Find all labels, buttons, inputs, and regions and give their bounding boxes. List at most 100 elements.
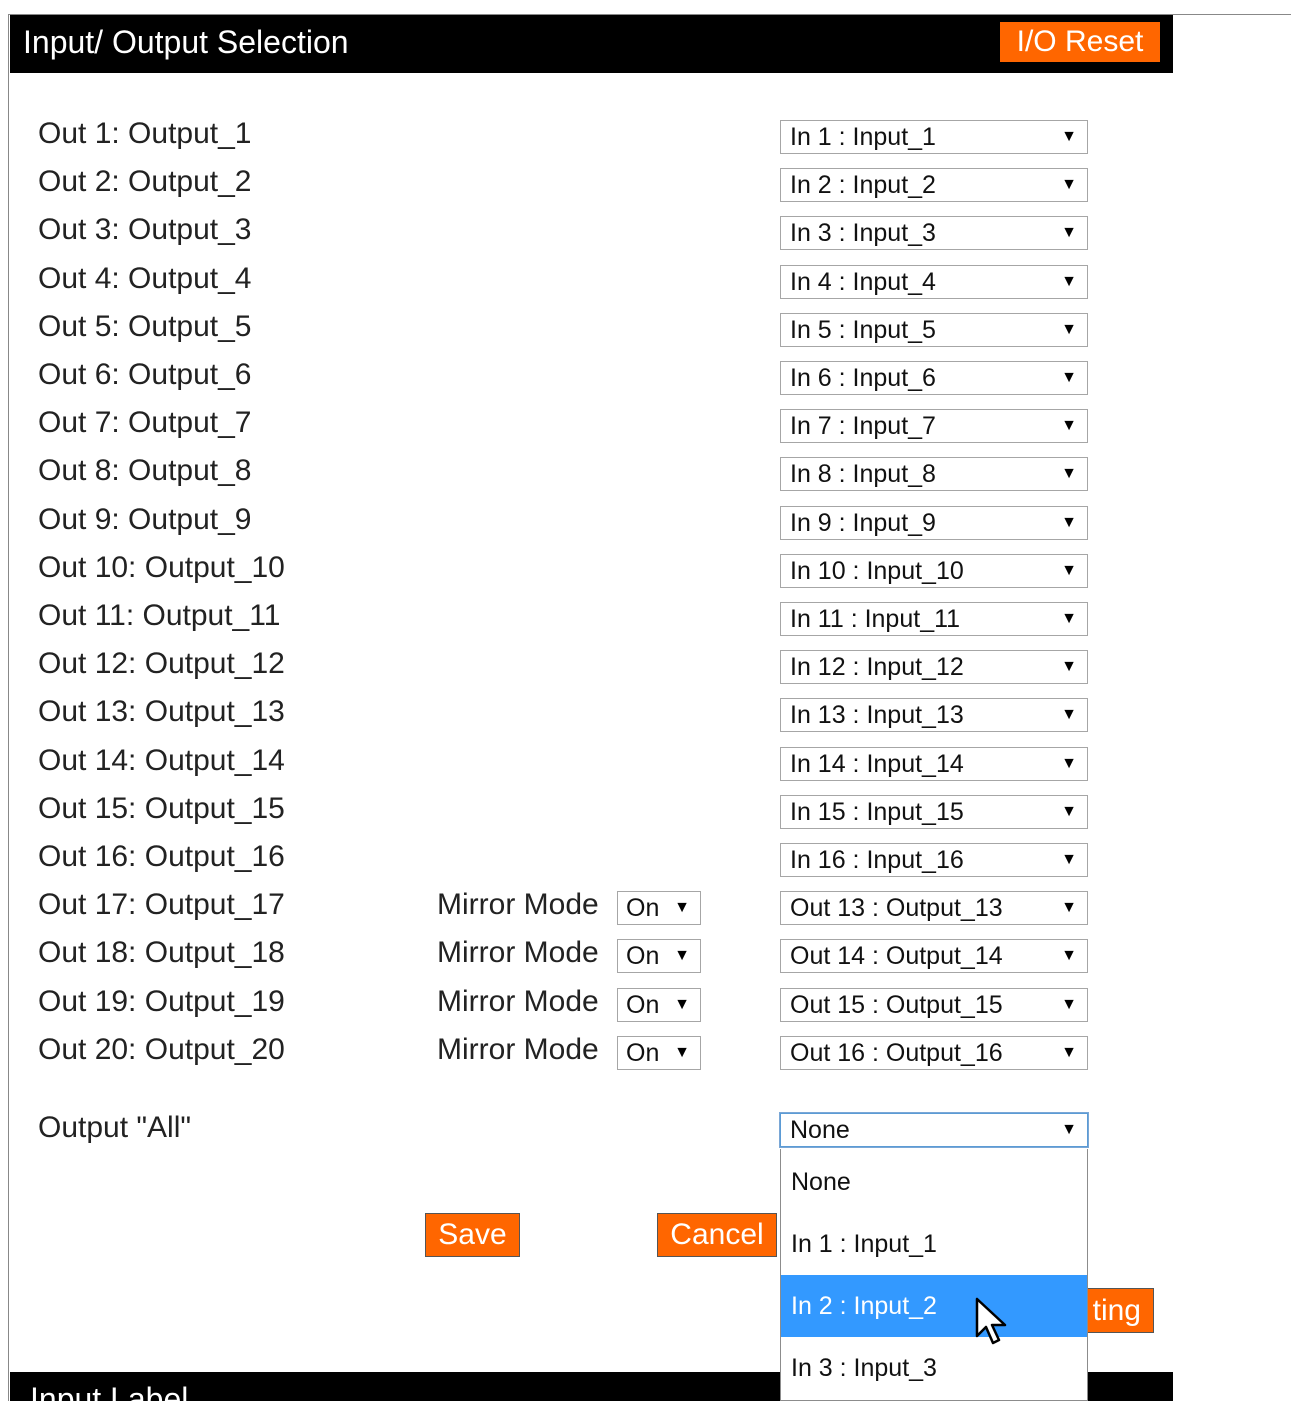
mirror-mode-select[interactable]: On ▼: [617, 988, 701, 1022]
output-source-select[interactable]: In 1 : Input_1 ▼: [780, 120, 1088, 154]
output-source-value: In 6 : Input_6: [790, 364, 936, 392]
output-label: Out 6: Output_6: [38, 358, 252, 391]
output-source-value: In 8 : Input_8: [790, 460, 936, 488]
panel-header: Input/ Output Selection: [10, 15, 1173, 73]
output-label: Out 2: Output_2: [38, 165, 252, 198]
output-source-select[interactable]: In 10 : Input_10 ▼: [780, 554, 1088, 588]
panel-title: Input/ Output Selection: [23, 24, 349, 60]
output-label: Out 5: Output_5: [38, 310, 252, 343]
output-source-select[interactable]: Out 15 : Output_15 ▼: [780, 988, 1088, 1022]
output-label: Out 13: Output_13: [38, 695, 285, 728]
output-source-select[interactable]: In 14 : Input_14 ▼: [780, 747, 1088, 781]
output-source-value: In 15 : Input_15: [790, 798, 964, 826]
mirror-mode-value: On: [626, 942, 660, 970]
section-title: Input Label: [30, 1381, 189, 1401]
output-source-select[interactable]: Out 16 : Output_16 ▼: [780, 1036, 1088, 1070]
dropdown-option[interactable]: None: [781, 1151, 1087, 1213]
chevron-down-icon: ▼: [1061, 562, 1077, 579]
output-source-value: Out 16 : Output_16: [790, 1039, 1003, 1067]
chevron-down-icon: ▼: [1061, 1121, 1077, 1138]
output-source-value: In 4 : Input_4: [790, 268, 936, 296]
output-label: Out 15: Output_15: [38, 792, 285, 825]
chevron-down-icon: ▼: [1061, 224, 1077, 241]
io-reset-button[interactable]: I/O Reset: [1000, 22, 1160, 62]
output-source-select[interactable]: In 2 : Input_2 ▼: [780, 168, 1088, 202]
chevron-down-icon: ▼: [1061, 417, 1077, 434]
output-source-value: In 5 : Input_5: [790, 316, 936, 344]
output-source-select[interactable]: Out 13 : Output_13 ▼: [780, 891, 1088, 925]
cancel-button[interactable]: Cancel: [657, 1213, 777, 1257]
left-border: [8, 14, 9, 1401]
output-source-value: In 11 : Input_11: [790, 605, 961, 633]
save-button[interactable]: Save: [425, 1213, 520, 1257]
output-source-value: In 16 : Input_16: [790, 846, 964, 874]
chevron-down-icon: ▼: [674, 947, 690, 964]
output-source-select[interactable]: In 7 : Input_7 ▼: [780, 409, 1088, 443]
chevron-down-icon: ▼: [1061, 514, 1077, 531]
mirror-mode-label: Mirror Mode: [437, 1033, 599, 1066]
output-label: Out 11: Output_11: [38, 599, 281, 632]
chevron-down-icon: ▼: [674, 899, 690, 916]
mirror-mode-select[interactable]: On ▼: [617, 1036, 701, 1070]
output-label: Out 20: Output_20: [38, 1033, 285, 1066]
output-label: Out 17: Output_17: [38, 888, 285, 921]
output-label: Out 1: Output_1: [38, 117, 252, 150]
output-source-value: Out 13 : Output_13: [790, 894, 1003, 922]
output-label: Out 14: Output_14: [38, 744, 285, 777]
dropdown-option[interactable]: In 1 : Input_1: [781, 1213, 1087, 1275]
output-all-select-value: None: [790, 1116, 850, 1144]
output-source-select[interactable]: In 11 : Input_11 ▼: [780, 602, 1088, 636]
chevron-down-icon: ▼: [1061, 465, 1077, 482]
output-label: Out 18: Output_18: [38, 936, 285, 969]
chevron-down-icon: ▼: [1061, 128, 1077, 145]
output-label: Out 4: Output_4: [38, 262, 252, 295]
output-all-select[interactable]: None ▼: [780, 1113, 1088, 1147]
output-source-select[interactable]: In 8 : Input_8 ▼: [780, 457, 1088, 491]
chevron-down-icon: ▼: [674, 996, 690, 1013]
chevron-down-icon: ▼: [1061, 369, 1077, 386]
output-source-select[interactable]: In 13 : Input_13 ▼: [780, 698, 1088, 732]
output-source-select[interactable]: In 6 : Input_6 ▼: [780, 361, 1088, 395]
output-label: Out 12: Output_12: [38, 647, 285, 680]
output-source-value: Out 15 : Output_15: [790, 991, 1003, 1019]
chevron-down-icon: ▼: [1061, 706, 1077, 723]
output-label: Out 16: Output_16: [38, 840, 285, 873]
output-source-select[interactable]: In 12 : Input_12 ▼: [780, 650, 1088, 684]
output-source-value: In 12 : Input_12: [790, 653, 964, 681]
output-source-select[interactable]: In 5 : Input_5 ▼: [780, 313, 1088, 347]
mirror-mode-value: On: [626, 894, 660, 922]
chevron-down-icon: ▼: [1061, 176, 1077, 193]
output-source-value: In 9 : Input_9: [790, 509, 936, 537]
chevron-down-icon: ▼: [1061, 658, 1077, 675]
output-source-select[interactable]: In 9 : Input_9 ▼: [780, 506, 1088, 540]
output-label: Out 9: Output_9: [38, 503, 252, 536]
chevron-down-icon: ▼: [1061, 321, 1077, 338]
mirror-mode-value: On: [626, 991, 660, 1019]
chevron-down-icon: ▼: [1061, 273, 1077, 290]
output-label: Out 7: Output_7: [38, 406, 252, 439]
output-source-value: In 2 : Input_2: [790, 171, 936, 199]
output-source-value: In 3 : Input_3: [790, 219, 936, 247]
output-source-select[interactable]: In 3 : Input_3 ▼: [780, 216, 1088, 250]
output-source-select[interactable]: In 4 : Input_4 ▼: [780, 265, 1088, 299]
chevron-down-icon: ▼: [1061, 899, 1077, 916]
dropdown-option-highlighted[interactable]: In 2 : Input_2: [781, 1275, 1087, 1337]
chevron-down-icon: ▼: [1061, 947, 1077, 964]
output-label: Out 10: Output_10: [38, 551, 285, 584]
output-source-select[interactable]: Out 14 : Output_14 ▼: [780, 939, 1088, 973]
mirror-mode-label: Mirror Mode: [437, 936, 599, 969]
chevron-down-icon: ▼: [1061, 851, 1077, 868]
dropdown-option[interactable]: In 3 : Input_3: [781, 1337, 1087, 1399]
output-source-select[interactable]: In 16 : Input_16 ▼: [780, 843, 1088, 877]
mirror-mode-select[interactable]: On ▼: [617, 891, 701, 925]
output-source-value: In 1 : Input_1: [790, 123, 936, 151]
mirror-mode-select[interactable]: On ▼: [617, 939, 701, 973]
output-label: Out 8: Output_8: [38, 454, 252, 487]
output-source-value: In 10 : Input_10: [790, 557, 964, 585]
mirror-mode-label: Mirror Mode: [437, 985, 599, 1018]
chevron-down-icon: ▼: [1061, 1044, 1077, 1061]
chevron-down-icon: ▼: [1061, 755, 1077, 772]
arrow-cursor-icon: [975, 1297, 1007, 1345]
output-source-select[interactable]: In 15 : Input_15 ▼: [780, 795, 1088, 829]
output-source-value: In 7 : Input_7: [790, 412, 936, 440]
